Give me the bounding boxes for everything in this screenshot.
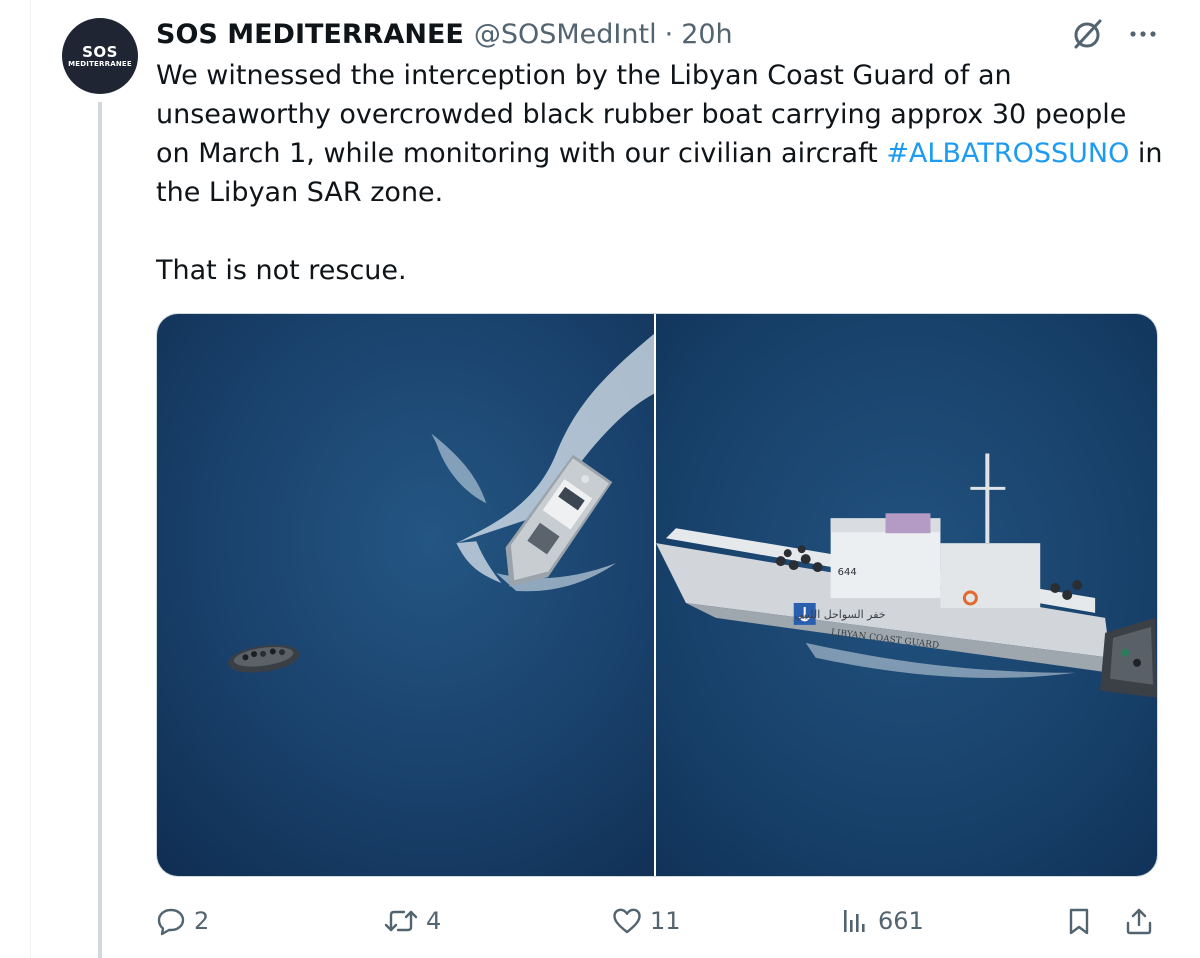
author-name[interactable]: SOS MEDITERRANEE bbox=[156, 19, 464, 50]
tweet-paragraph-2: That is not rescue. bbox=[156, 255, 407, 286]
bookmark-button[interactable] bbox=[1064, 898, 1094, 944]
reply-icon bbox=[156, 906, 186, 936]
grok-icon[interactable] bbox=[1070, 16, 1106, 56]
vessel-arabic-name: خفر السواحل الليبي bbox=[794, 608, 885, 621]
hashtag-link[interactable]: #ALBATROSSUNO bbox=[886, 138, 1129, 169]
tweet-top-actions bbox=[1070, 16, 1158, 56]
media-photo-right[interactable]: 644 خفر السواحل الليبي LIBYAN COAST GUAR… bbox=[656, 314, 1157, 876]
avatar[interactable]: SOS MEDITERRANEE bbox=[62, 18, 138, 94]
repost-button[interactable]: 4 bbox=[384, 898, 441, 944]
reply-count: 2 bbox=[194, 907, 210, 935]
repost-count: 4 bbox=[426, 907, 442, 935]
tweet-header: SOS MEDITERRANEE @SOSMedIntl · 20h bbox=[156, 14, 733, 54]
tweet-actions: 2 4 11 661 bbox=[156, 898, 1166, 944]
views-icon bbox=[840, 906, 870, 936]
bookmark-icon bbox=[1064, 906, 1094, 936]
share-button[interactable] bbox=[1124, 898, 1154, 944]
reply-button[interactable]: 2 bbox=[156, 898, 209, 944]
view-count: 661 bbox=[878, 907, 924, 935]
avatar-logo-line2: MEDITERRANEE bbox=[68, 59, 132, 68]
like-count: 11 bbox=[650, 907, 681, 935]
avatar-logo-line1: SOS bbox=[82, 42, 118, 61]
views-button[interactable]: 661 bbox=[840, 898, 924, 944]
media-grid: 644 خفر السواحل الليبي LIBYAN COAST GUAR… bbox=[156, 313, 1158, 877]
media-photo-left[interactable] bbox=[157, 314, 654, 876]
share-icon bbox=[1124, 906, 1154, 936]
like-button[interactable]: 11 bbox=[612, 898, 681, 944]
tweet-text: We witnessed the interception by the Lib… bbox=[156, 56, 1166, 290]
timestamp[interactable]: 20h bbox=[681, 19, 732, 50]
separator-dot: · bbox=[664, 18, 674, 50]
like-icon bbox=[612, 906, 642, 936]
vessel-number: 644 bbox=[838, 567, 857, 578]
thread-line bbox=[98, 102, 102, 958]
repost-icon bbox=[384, 906, 418, 936]
tweet-paragraph-1: We witnessed the interception by the Lib… bbox=[156, 56, 1166, 212]
more-icon[interactable] bbox=[1128, 19, 1158, 53]
author-handle[interactable]: @SOSMedIntl bbox=[474, 19, 657, 50]
